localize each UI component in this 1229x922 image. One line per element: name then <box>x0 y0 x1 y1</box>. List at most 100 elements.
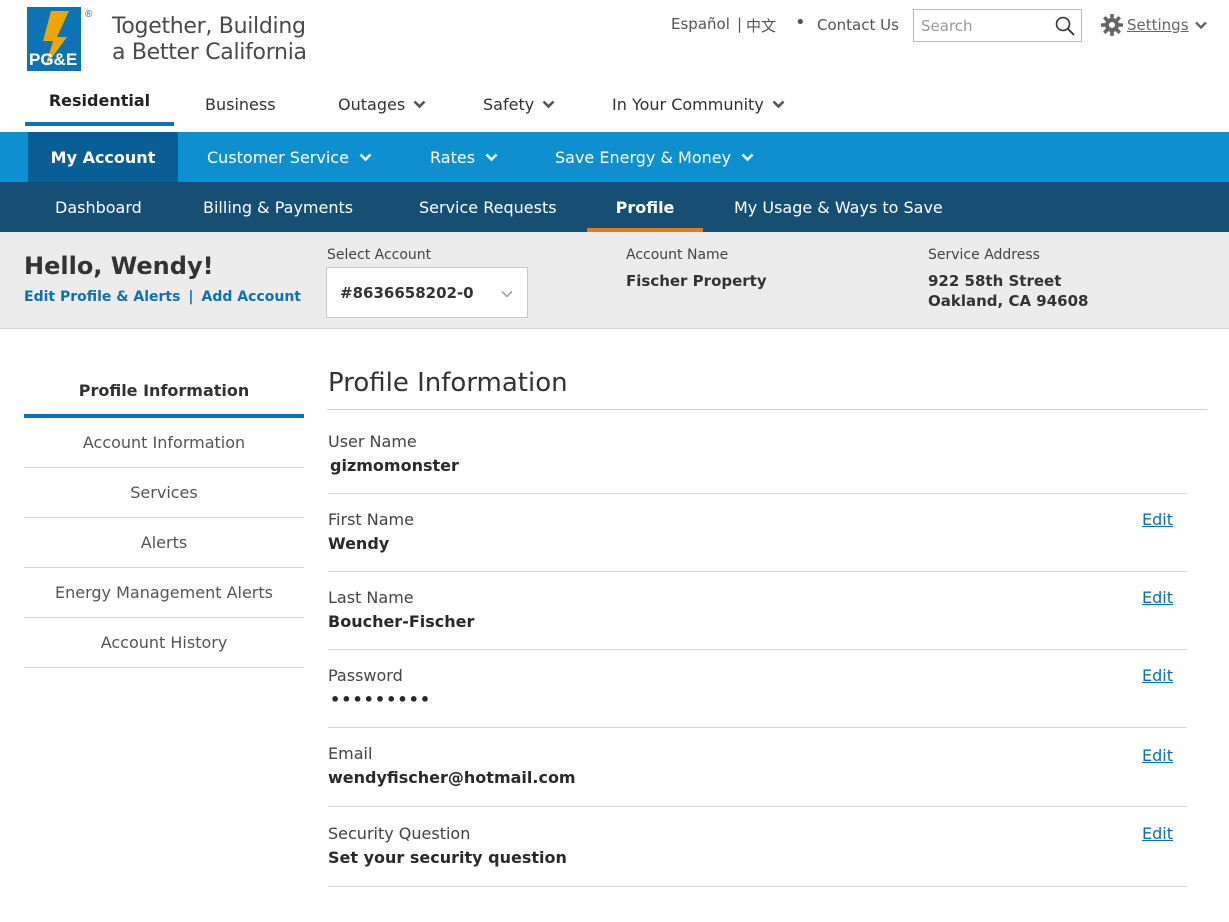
account-nav-bar: My Account Customer Service Rates Save E… <box>0 132 1229 182</box>
account-select[interactable]: #8636658202-0 <box>326 267 528 318</box>
field-label: Last Name <box>328 588 414 607</box>
side-nav-account-information[interactable]: Account Information <box>24 418 304 468</box>
field-label: Password <box>328 666 403 685</box>
subnav-service-requests[interactable]: Service Requests <box>419 182 557 232</box>
edit-password-link[interactable]: Edit <box>1142 666 1173 685</box>
add-account-link[interactable]: Add Account <box>202 289 301 305</box>
nav-residential-label: Residential <box>48 90 151 110</box>
side-nav-profile-information[interactable]: Profile Information <box>24 368 304 418</box>
select-account-label: Select Account <box>327 247 432 263</box>
side-nav-item-label: Account History <box>100 633 228 652</box>
subnav-my-usage[interactable]: My Usage & Ways to Save <box>734 182 943 232</box>
subnav-my-usage-label: My Usage & Ways to Save <box>734 197 943 217</box>
account-name-label: Account Name <box>626 247 729 263</box>
field-value: gizmomonster <box>330 456 459 475</box>
side-nav-heading-label: Profile Information <box>78 380 250 400</box>
nav-customer-service-label: Customer Service <box>207 147 349 167</box>
title-divider <box>327 409 1207 410</box>
field-label: User Name <box>328 432 417 451</box>
subnav-service-requests-label: Service Requests <box>419 197 557 217</box>
field-row-last-name: Last Name Boucher-Fischer Edit <box>328 572 1187 650</box>
edit-last-name-link[interactable]: Edit <box>1142 588 1173 607</box>
field-label: Security Question <box>328 824 471 843</box>
subnav-dashboard[interactable]: Dashboard <box>55 182 142 232</box>
language-separator: | <box>737 15 743 33</box>
subnav-billing-payments-label: Billing & Payments <box>203 197 354 217</box>
nav-save-energy-money-label: Save Energy & Money <box>555 147 732 167</box>
subnav-profile-label: Profile <box>615 197 675 217</box>
brand-tagline: Together, Building a Better California <box>112 14 307 66</box>
field-value: Boucher-Fischer <box>328 612 475 631</box>
nav-residential[interactable]: Residential <box>25 84 174 126</box>
field-value: wendyfischer@hotmail.com <box>328 768 576 787</box>
subnav-billing-payments[interactable]: Billing & Payments <box>203 182 353 232</box>
search-icon[interactable] <box>1055 16 1075 36</box>
field-value: ••••••••• <box>330 690 432 709</box>
side-nav-item-label: Services <box>130 483 198 502</box>
nav-safety-label: Safety <box>483 95 535 114</box>
tagline-line-2: a Better California <box>112 40 307 65</box>
side-nav-alerts[interactable]: Alerts <box>24 518 304 568</box>
side-nav-item-label: Account Information <box>82 433 246 452</box>
nav-outages[interactable]: Outages <box>338 95 426 114</box>
settings-label: Settings <box>1127 16 1189 34</box>
nav-safety[interactable]: Safety <box>483 95 555 114</box>
account-banner: Hello, Wendy! Edit Profile & Alerts | Add … <box>0 232 1229 329</box>
nav-my-account[interactable]: My Account <box>28 132 178 182</box>
service-address-line-1: 922 58th Street <box>928 272 1062 290</box>
edit-email-link[interactable]: Edit <box>1142 746 1173 765</box>
chevron-down-icon <box>772 100 785 109</box>
service-address-label: Service Address <box>928 247 1040 263</box>
banner-links: Edit Profile & Alerts | Add Account <box>24 289 301 305</box>
selected-account-value: #8636658202-0 <box>340 283 474 302</box>
side-nav-energy-management-alerts[interactable]: Energy Management Alerts <box>24 568 304 618</box>
field-value: Set your security question <box>328 848 567 867</box>
nav-my-account-label: My Account <box>50 147 156 167</box>
edit-first-name-link[interactable]: Edit <box>1142 510 1173 529</box>
language-espanol-link[interactable]: Español <box>671 15 730 33</box>
field-row-first-name: First Name Wendy Edit <box>328 494 1187 572</box>
pge-logo[interactable]: PG&E ® <box>27 7 95 71</box>
search-box <box>913 9 1082 42</box>
chevron-down-icon <box>359 153 372 161</box>
field-label: First Name <box>328 510 414 529</box>
side-nav-services[interactable]: Services <box>24 468 304 518</box>
field-label: Email <box>328 744 373 763</box>
nav-in-your-community-label: In Your Community <box>612 95 764 114</box>
nav-customer-service[interactable]: Customer Service <box>207 132 372 182</box>
contact-us-link[interactable]: Contact Us <box>817 16 899 34</box>
nav-outages-label: Outages <box>338 95 406 114</box>
logo-text: PG&E <box>29 50 77 69</box>
language-chinese-link[interactable]: 中文 <box>746 15 776 36</box>
chevron-down-icon <box>501 290 513 298</box>
edit-profile-alerts-link[interactable]: Edit Profile & Alerts <box>24 289 180 305</box>
subnav-profile[interactable]: Profile <box>587 182 703 232</box>
chevron-down-icon <box>1194 21 1207 29</box>
utility-dot-separator: • <box>795 12 806 33</box>
settings-menu[interactable]: Settings <box>1101 13 1207 37</box>
chevron-down-icon <box>542 100 555 109</box>
tagline-line-1: Together, Building <box>112 14 306 39</box>
page-title: Profile Information <box>328 368 568 398</box>
nav-business[interactable]: Business <box>205 95 276 114</box>
registered-mark: ® <box>85 9 93 20</box>
field-row-security-question: Security Question Set your security ques… <box>328 807 1187 887</box>
field-value: Wendy <box>328 534 390 553</box>
service-address-line-2: Oakland, CA 94608 <box>928 292 1089 310</box>
field-row-email: Email wendyfischer@hotmail.com Edit <box>328 728 1187 807</box>
search-input[interactable] <box>914 10 1044 41</box>
profile-fields: User Name gizmomonster First Name Wendy … <box>328 416 1187 887</box>
nav-in-your-community[interactable]: In Your Community <box>612 95 785 114</box>
nav-business-label: Business <box>205 95 276 114</box>
nav-save-energy-money[interactable]: Save Energy & Money <box>555 132 754 182</box>
link-separator: | <box>188 289 194 305</box>
nav-rates[interactable]: Rates <box>430 132 498 182</box>
side-nav-account-history[interactable]: Account History <box>24 618 304 668</box>
greeting: Hello, Wendy! <box>24 252 214 280</box>
edit-security-question-link[interactable]: Edit <box>1142 824 1173 843</box>
chevron-down-icon <box>485 153 498 161</box>
side-nav-item-label: Alerts <box>140 533 188 552</box>
field-row-password: Password ••••••••• Edit <box>328 650 1187 728</box>
nav-rates-label: Rates <box>430 147 476 167</box>
side-nav-item-label: Energy Management Alerts <box>54 583 273 602</box>
